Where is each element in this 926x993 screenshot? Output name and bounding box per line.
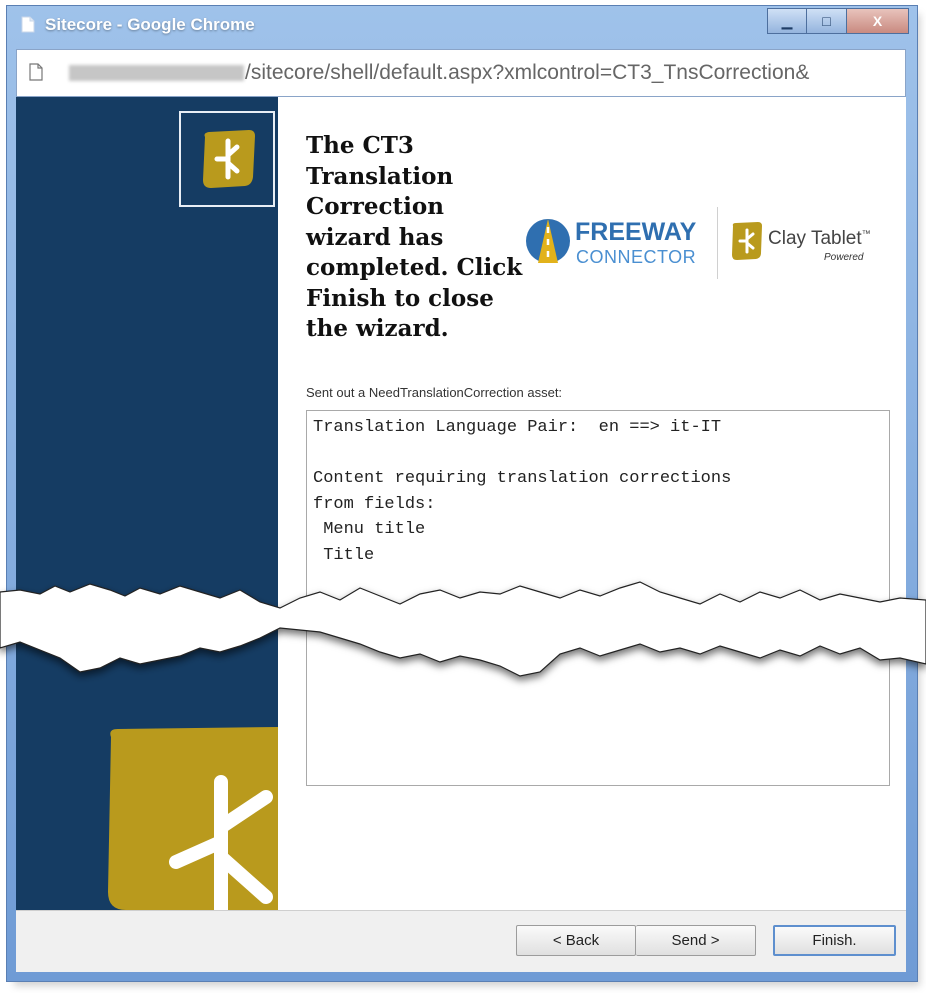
maximize-button[interactable]: □	[807, 8, 847, 34]
freeway-subtitle: CONNECTOR	[576, 247, 697, 267]
large-logo-icon	[108, 727, 278, 910]
torn-edge-effect	[0, 581, 926, 677]
back-button[interactable]: < Back	[516, 925, 636, 956]
url-host-redacted	[69, 65, 244, 81]
clay-tablet-small-logo-icon	[732, 222, 762, 260]
completion-message: The CT3 Translation Correction wizard ha…	[306, 132, 523, 342]
clay-tablet-name-text: Clay Tablet	[768, 228, 862, 249]
brand-logos: FREEWAY CONNECTOR Clay Tablet™ Powered	[524, 207, 880, 287]
url-path: /sitecore/shell/default.aspx?xmlcontrol=…	[245, 61, 810, 84]
wizard-sidebar	[16, 97, 278, 910]
trademark-mark: ™	[861, 228, 871, 239]
minimize-button[interactable]: ▁	[767, 8, 807, 34]
wizard-footer: < Back Send > Finish.	[16, 910, 906, 972]
finish-button[interactable]: Finish.	[773, 925, 896, 956]
clay-tablet-name: Clay Tablet™	[768, 228, 871, 250]
freeway-road-icon	[526, 219, 570, 263]
brand-divider	[717, 207, 718, 279]
close-button[interactable]: X	[847, 8, 909, 34]
page-icon	[21, 16, 35, 33]
freeway-title: FREEWAY	[575, 218, 697, 246]
asset-label: Sent out a NeedTranslationCorrection ass…	[306, 385, 563, 400]
title-bar[interactable]: Sitecore - Google Chrome ▁ □ X	[7, 6, 917, 50]
window-controls: ▁ □ X	[767, 8, 909, 34]
document-icon	[29, 63, 43, 81]
address-bar[interactable]: /sitecore/shell/default.aspx?xmlcontrol=…	[16, 49, 906, 97]
window-title: Sitecore - Google Chrome	[45, 15, 255, 34]
send-button[interactable]: Send >	[636, 925, 756, 956]
clay-powered-label: Powered	[824, 252, 864, 263]
wizard-content: The CT3 Translation Correction wizard ha…	[16, 97, 906, 910]
